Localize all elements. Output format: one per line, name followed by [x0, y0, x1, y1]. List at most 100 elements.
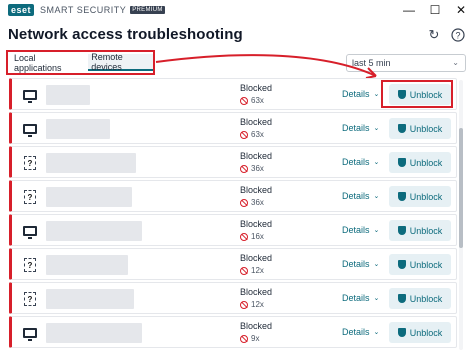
block-count-value: 12x [251, 300, 264, 309]
blocked-icon [240, 164, 248, 173]
details-link[interactable]: Details ⌄ [342, 89, 379, 99]
block-count-value: 36x [251, 198, 264, 207]
chevron-down-icon: ⌄ [373, 193, 380, 200]
monitor-icon [22, 88, 38, 103]
unblock-label: Unblock [409, 259, 443, 270]
block-count-value: 63x [251, 130, 264, 139]
device-name-redacted [46, 289, 134, 309]
list-item: Blocked 63x Details ⌄ Unblock [9, 112, 457, 144]
chevron-down-icon: ⌄ [373, 329, 380, 336]
shield-icon [397, 226, 406, 235]
unblock-label: Unblock [409, 89, 443, 100]
unblock-label: Unblock [409, 157, 443, 168]
block-count-value: 12x [251, 266, 264, 275]
list-item: ? Blocked 36x Details ⌄ Unblock [9, 180, 457, 212]
details-label: Details [342, 259, 370, 269]
chevron-down-icon: ⌄ [373, 125, 380, 132]
block-count-value: 16x [251, 232, 264, 241]
scrollbar-thumb[interactable] [459, 128, 463, 248]
block-count: 63x [240, 130, 264, 139]
device-name-redacted [46, 153, 136, 173]
blocked-icon [240, 130, 248, 139]
unblock-label: Unblock [409, 191, 443, 202]
unknown-device-icon: ? [22, 190, 38, 204]
shield-icon [397, 90, 406, 99]
unknown-device-icon: ? [22, 292, 38, 306]
details-link[interactable]: Details ⌄ [342, 259, 379, 269]
block-count: 36x [240, 198, 264, 207]
unblock-label: Unblock [409, 293, 443, 304]
blocked-icon [240, 334, 248, 343]
unblock-button[interactable]: Unblock [389, 288, 451, 309]
device-name-redacted [46, 221, 142, 241]
status-text: Blocked [240, 185, 273, 195]
chevron-down-icon: ⌄ [373, 227, 380, 234]
unblock-button[interactable]: Unblock [389, 152, 451, 173]
blocked-icon [240, 266, 248, 275]
unblock-button[interactable]: Unblock [389, 322, 451, 343]
shield-icon [397, 158, 406, 167]
monitor-icon [22, 326, 38, 341]
details-link[interactable]: Details ⌄ [342, 293, 379, 303]
status-text: Blocked [240, 83, 273, 93]
block-count: 36x [240, 164, 264, 173]
list-item: Blocked 63x Details ⌄ Unblock [9, 78, 457, 110]
block-count: 12x [240, 300, 264, 309]
details-link[interactable]: Details ⌄ [342, 191, 379, 201]
block-count: 9x [240, 334, 259, 343]
unblock-button[interactable]: Unblock [389, 118, 451, 139]
monitor-icon [22, 122, 38, 137]
details-label: Details [342, 191, 370, 201]
chevron-down-icon: ⌄ [373, 261, 380, 268]
scrollbar[interactable] [459, 80, 463, 350]
details-link[interactable]: Details ⌄ [342, 157, 379, 167]
shield-icon [397, 294, 406, 303]
block-count: 12x [240, 266, 264, 275]
block-count-value: 63x [251, 96, 264, 105]
details-label: Details [342, 293, 370, 303]
blocked-icon [240, 96, 248, 105]
device-name-redacted [46, 255, 128, 275]
details-label: Details [342, 89, 370, 99]
unblock-label: Unblock [409, 225, 443, 236]
details-label: Details [342, 123, 370, 133]
list-item: ? Blocked 12x Details ⌄ Unblock [9, 282, 457, 314]
status-text: Blocked [240, 253, 273, 263]
unblock-label: Unblock [409, 327, 443, 338]
status-text: Blocked [240, 287, 273, 297]
chevron-down-icon: ⌄ [373, 159, 380, 166]
shield-icon [397, 192, 406, 201]
status-text: Blocked [240, 321, 273, 331]
block-count-value: 9x [251, 334, 260, 343]
status-text: Blocked [240, 219, 273, 229]
details-label: Details [342, 327, 370, 337]
unblock-button[interactable]: Unblock [389, 220, 451, 241]
details-link[interactable]: Details ⌄ [342, 225, 379, 235]
device-name-redacted [46, 323, 142, 343]
list-item: Blocked 9x Details ⌄ Unblock [9, 316, 457, 348]
device-name-redacted [46, 85, 90, 105]
list-item: ? Blocked 36x Details ⌄ Unblock [9, 146, 457, 178]
monitor-icon [22, 224, 38, 239]
chevron-down-icon: ⌄ [373, 295, 380, 302]
blocked-icon [240, 300, 248, 309]
block-count-value: 36x [251, 164, 264, 173]
details-label: Details [342, 225, 370, 235]
device-name-redacted [46, 119, 110, 139]
block-count: 16x [240, 232, 264, 241]
unknown-device-icon: ? [22, 156, 38, 170]
blocked-icon [240, 232, 248, 241]
status-text: Blocked [240, 151, 273, 161]
unblock-button[interactable]: Unblock [389, 186, 451, 207]
chevron-down-icon: ⌄ [373, 91, 380, 98]
details-label: Details [342, 157, 370, 167]
device-name-redacted [46, 187, 132, 207]
details-link[interactable]: Details ⌄ [342, 123, 379, 133]
unblock-button[interactable]: Unblock [389, 84, 451, 105]
blocked-icon [240, 198, 248, 207]
shield-icon [397, 124, 406, 133]
unblock-button[interactable]: Unblock [389, 254, 451, 275]
details-link[interactable]: Details ⌄ [342, 327, 379, 337]
list-item: Blocked 16x Details ⌄ Unblock [9, 214, 457, 246]
shield-icon [397, 328, 406, 337]
